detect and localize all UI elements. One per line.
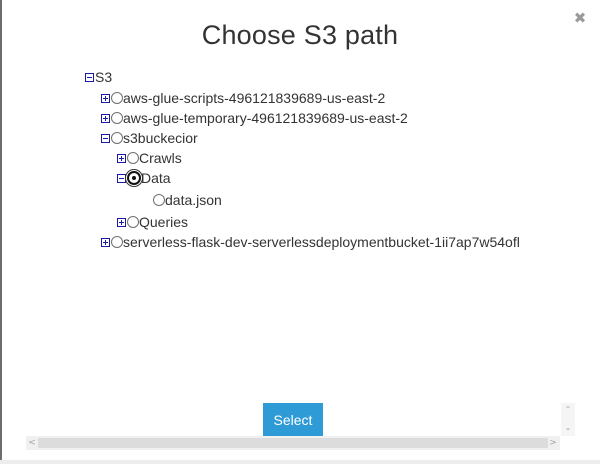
radio-icon[interactable] bbox=[127, 152, 139, 164]
expand-icon[interactable] bbox=[117, 153, 126, 163]
radio-icon[interactable] bbox=[153, 194, 165, 206]
scroll-up-icon[interactable]: ⌃ bbox=[563, 405, 573, 415]
horizontal-scrollbar[interactable]: < > bbox=[26, 436, 560, 450]
radio-icon[interactable] bbox=[127, 216, 139, 228]
tree-node-folder-crawls: Crawls bbox=[117, 149, 182, 167]
radio-icon[interactable] bbox=[111, 112, 123, 124]
tree-node-bucket-glue-temporary: aws-glue-temporary-496121839689-us-east-… bbox=[101, 109, 408, 127]
dialog-title: Choose S3 path bbox=[201, 20, 399, 50]
expand-icon[interactable] bbox=[101, 237, 110, 247]
tree-node-file-data-json: data.json bbox=[153, 191, 222, 209]
tree-label-s3[interactable]: S3 bbox=[95, 68, 112, 86]
tree-label-folder[interactable]: Data bbox=[141, 169, 171, 187]
tree-node-bucket-glue-scripts: aws-glue-scripts-496121839689-us-east-2 bbox=[101, 89, 385, 107]
vertical-scrollbar[interactable]: ⌃ ⌄ bbox=[561, 403, 575, 436]
expand-icon[interactable] bbox=[117, 217, 126, 227]
collapse-icon[interactable] bbox=[85, 72, 94, 82]
radio-icon[interactable] bbox=[111, 236, 123, 248]
expand-icon[interactable] bbox=[101, 93, 110, 103]
tree-node-bucket-serverless: serverless-flask-dev-serverlessdeploymen… bbox=[101, 233, 520, 251]
tree-node-folder-data: Data bbox=[117, 169, 171, 187]
window-bottom-edge bbox=[0, 460, 600, 464]
radio-icon[interactable] bbox=[111, 92, 123, 104]
tree-label-folder[interactable]: Crawls bbox=[139, 149, 182, 167]
scrollbar-thumb[interactable] bbox=[38, 438, 548, 448]
tree-label-bucket[interactable]: serverless-flask-dev-serverlessdeploymen… bbox=[123, 233, 520, 251]
scroll-left-icon[interactable]: < bbox=[27, 437, 37, 449]
collapse-icon[interactable] bbox=[117, 173, 126, 183]
tree-node-s3: S3 bbox=[85, 68, 112, 86]
expand-icon[interactable] bbox=[101, 113, 110, 123]
scroll-right-icon[interactable]: > bbox=[548, 437, 558, 449]
scroll-down-icon[interactable]: ⌄ bbox=[563, 423, 573, 433]
radio-selected-icon[interactable] bbox=[127, 171, 141, 185]
tree-label-bucket[interactable]: s3buckecior bbox=[123, 129, 198, 147]
tree-label-file[interactable]: data.json bbox=[165, 191, 222, 209]
collapse-icon[interactable] bbox=[101, 133, 110, 143]
select-button[interactable]: Select bbox=[263, 403, 323, 436]
tree-label-bucket[interactable]: aws-glue-scripts-496121839689-us-east-2 bbox=[123, 89, 385, 107]
tree-node-bucket-s3buckecior: s3buckecior bbox=[101, 129, 198, 147]
tree-label-folder[interactable]: Queries bbox=[139, 213, 188, 231]
tree-label-bucket[interactable]: aws-glue-temporary-496121839689-us-east-… bbox=[123, 109, 408, 127]
tree-node-folder-queries: Queries bbox=[117, 213, 188, 231]
radio-icon[interactable] bbox=[111, 132, 123, 144]
